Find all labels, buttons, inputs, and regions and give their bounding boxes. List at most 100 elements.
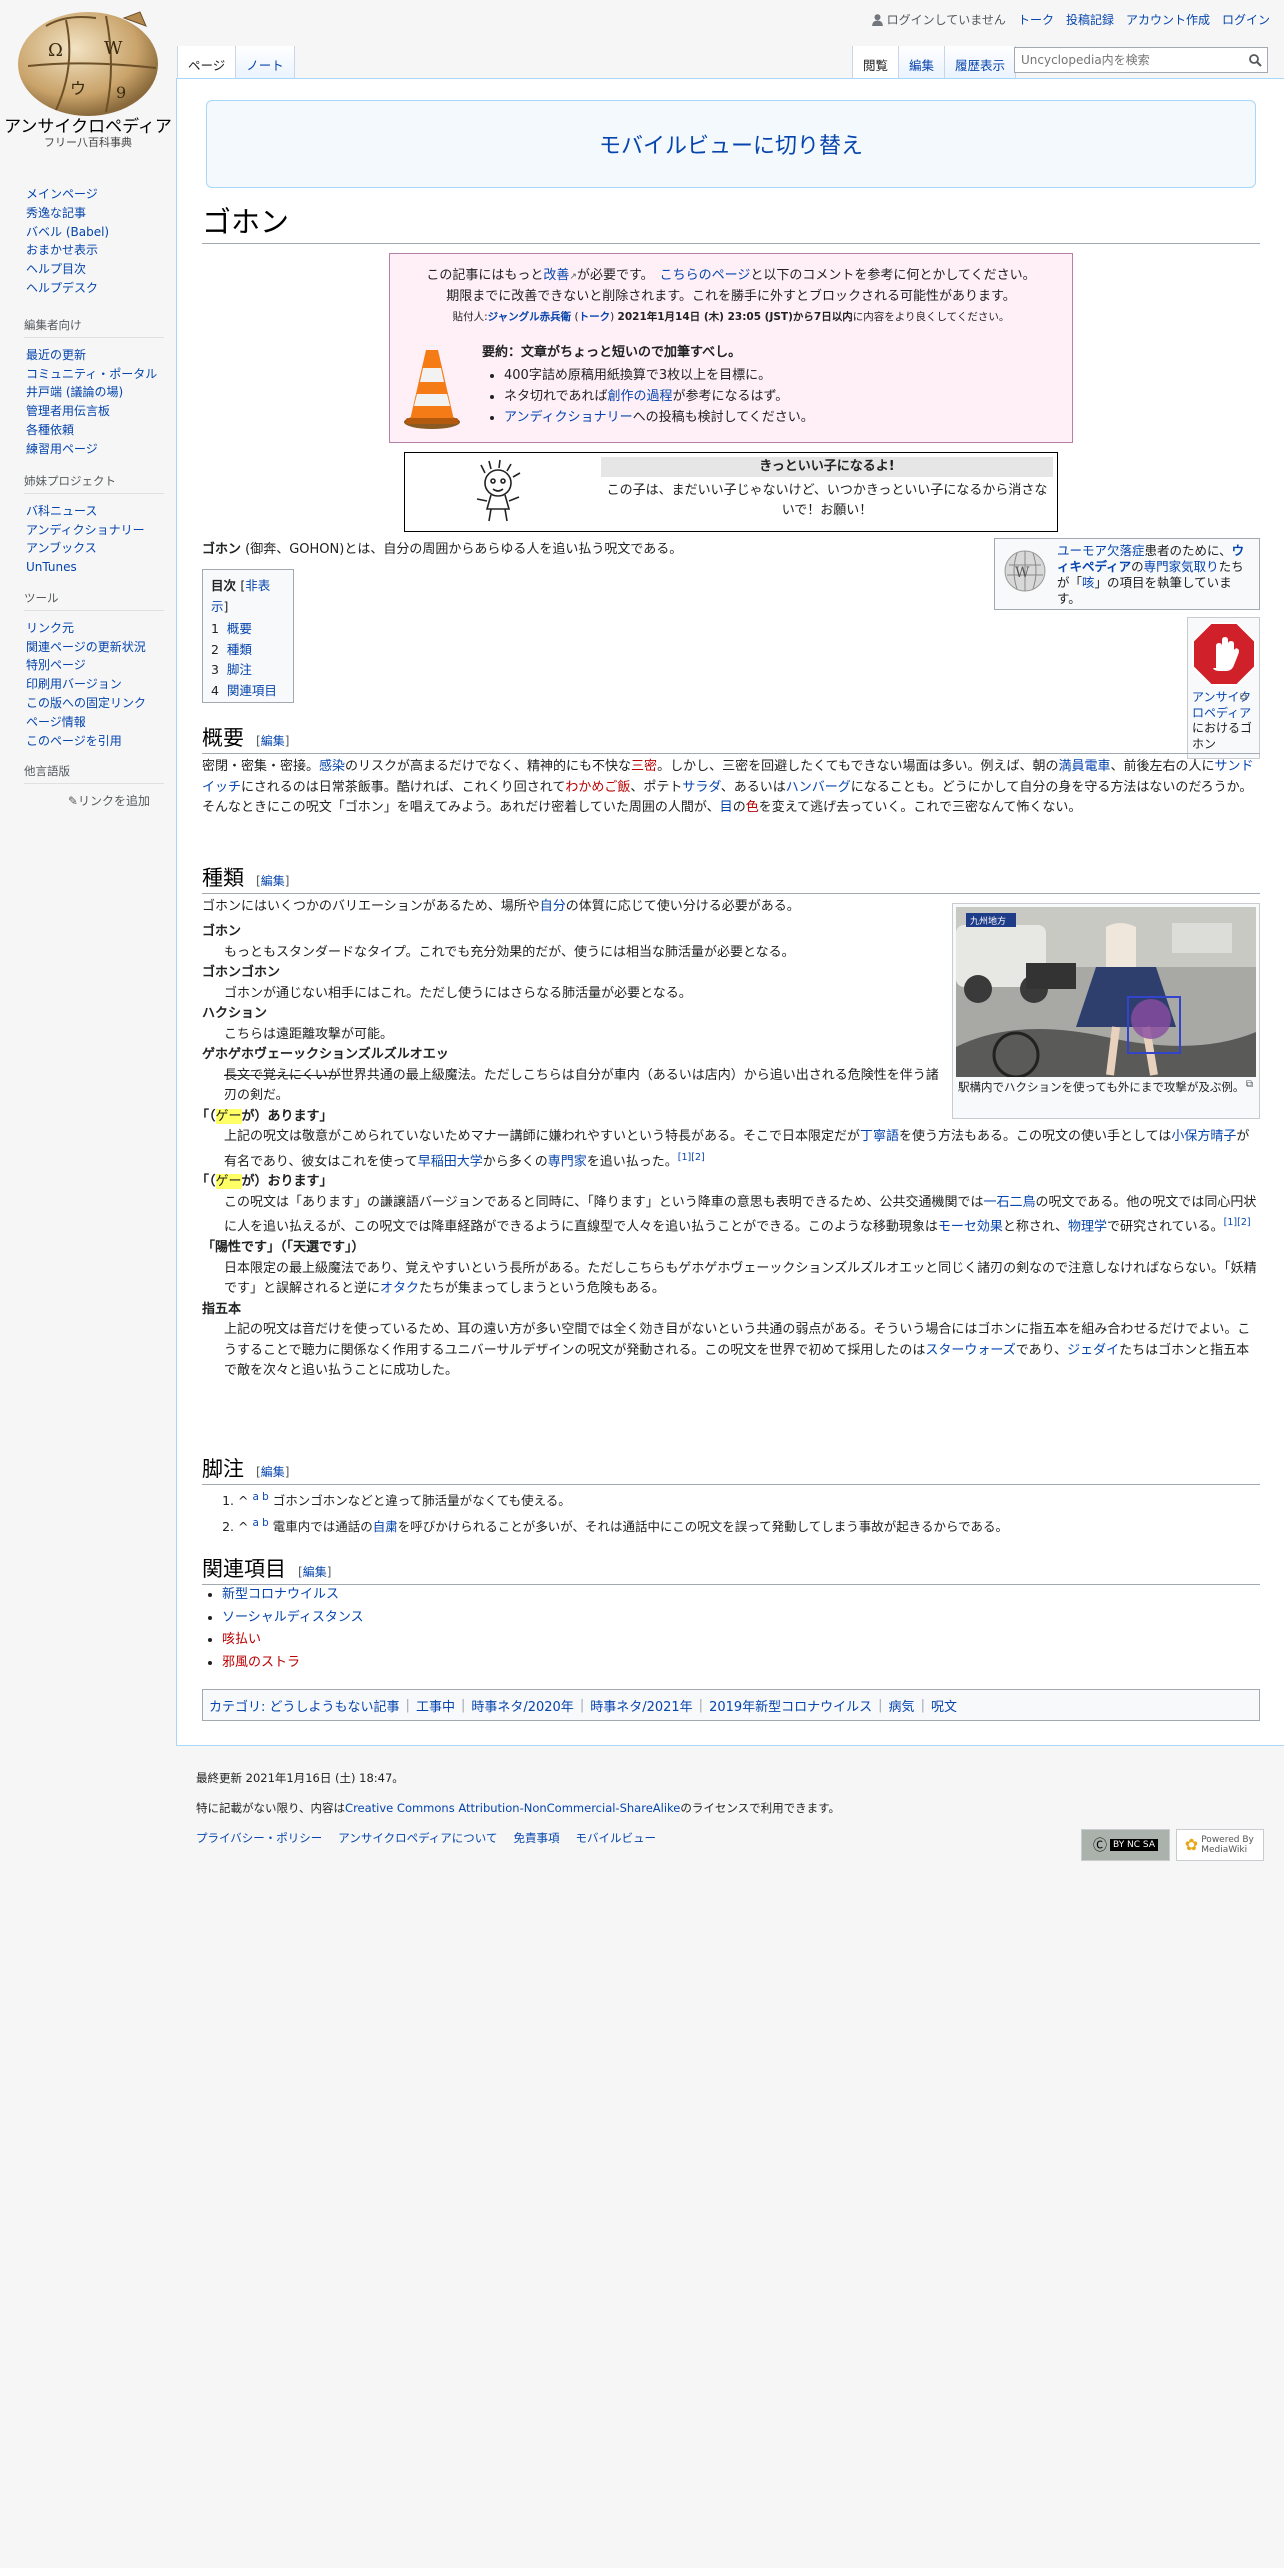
waseda-link[interactable]: 早稲田大学 <box>418 1154 483 1169</box>
this-page-link[interactable]: こちらのページ <box>660 268 751 283</box>
enlarge-icon[interactable]: ⧉ <box>1240 690 1247 706</box>
nav-babel[interactable]: バベル (Babel) <box>26 225 109 239</box>
ref-2-link[interactable]: [2] <box>1237 1217 1250 1228</box>
undictionary-link[interactable]: アンディクショナリー <box>504 410 633 425</box>
tab-read[interactable]: 閲覧 <box>852 46 899 78</box>
wikipedia-notice: W ユーモア欠落症患者のために、ウィキペディアの専門家気取りたちが「咳」の項目を… <box>994 538 1260 610</box>
improve-link[interactable]: 改善 <box>543 268 569 283</box>
nav-village-pump[interactable]: 井戸端 (議論の場) <box>26 385 123 399</box>
related-item[interactable]: 邪風のストラ <box>222 1652 364 1675</box>
nav-helpdesk[interactable]: ヘルプデスク <box>26 281 98 295</box>
tagger-talk-link[interactable]: トーク <box>579 311 611 323</box>
nav-printable[interactable]: 印刷用バージョン <box>26 677 122 691</box>
category-link[interactable]: 時事ネタ/2021年 <box>590 1696 692 1715</box>
categories-label[interactable]: カテゴリ: <box>209 1696 265 1715</box>
nav-whatlinkshere[interactable]: リンク元 <box>26 621 74 635</box>
related-item[interactable]: 咳払い <box>222 1629 364 1652</box>
cough-link[interactable]: 咳 <box>1082 575 1095 590</box>
svg-text:ウ: ウ <box>70 79 86 98</box>
star-wars-link[interactable]: スターウォーズ <box>925 1343 1015 1358</box>
moses-effect-link[interactable]: モーセ効果 <box>938 1220 1003 1235</box>
login-link[interactable]: ログイン <box>1222 11 1270 28</box>
talk-link[interactable]: トーク <box>1018 11 1054 28</box>
license-link[interactable]: Creative Commons Attribution-NonCommerci… <box>345 1801 680 1815</box>
nav-sandbox[interactable]: 練習用ページ <box>26 442 98 456</box>
ref-2-link[interactable]: [2] <box>691 1152 704 1163</box>
search-button[interactable] <box>1243 53 1267 67</box>
teineigo-link[interactable]: 丁寧語 <box>860 1129 899 1144</box>
tab-note[interactable]: ノート <box>235 46 295 78</box>
about-link[interactable]: アンサイクロペディアについて <box>338 1830 497 1846</box>
cc-license-badge[interactable]: Ⓒ BY NC SA <box>1081 1829 1170 1861</box>
nav-unbooks[interactable]: アンブックス <box>26 541 97 555</box>
tab-page[interactable]: ページ <box>177 46 236 78</box>
tab-edit[interactable]: 編集 <box>898 46 945 78</box>
hamburg-link[interactable]: ハンバーグ <box>786 780 851 795</box>
three-c-link[interactable]: 三密 <box>631 759 657 774</box>
expert-link[interactable]: 専門家気取り <box>1144 559 1219 574</box>
color-link[interactable]: 色 <box>746 800 759 815</box>
nav-random[interactable]: おまかせ表示 <box>26 243 98 257</box>
experts-link[interactable]: 専門家 <box>548 1154 587 1169</box>
related-item[interactable]: 新型コロナウイルス <box>222 1584 364 1607</box>
ref-1-link[interactable]: [1] <box>678 1152 691 1163</box>
nav-undictionary[interactable]: アンディクショナリー <box>26 523 145 537</box>
toc-item[interactable]: 2 種類 <box>211 640 285 661</box>
nav-help[interactable]: ヘルプ目次 <box>26 262 86 276</box>
disclaimer-link[interactable]: 免責事項 <box>513 1830 559 1846</box>
toc-item[interactable]: 4 関連項目 <box>211 681 285 702</box>
edit-section-related[interactable]: 編集 <box>303 1565 327 1579</box>
nav-page-info[interactable]: ページ情報 <box>26 715 86 729</box>
edit-section-notes[interactable]: 編集 <box>261 1465 285 1479</box>
category-link[interactable]: 時事ネタ/2020年 <box>471 1696 573 1715</box>
salad-link[interactable]: サラダ <box>682 780 720 795</box>
toc-item[interactable]: 1 概要 <box>211 619 285 640</box>
wakame-rice-link[interactable]: わかめご飯 <box>565 780 630 795</box>
category-link[interactable]: どうしようもない記事 <box>270 1696 400 1715</box>
nav-recent-changes[interactable]: 最近の更新 <box>26 348 86 362</box>
crowded-train-link[interactable]: 満員電車 <box>1059 759 1111 774</box>
obokata-link[interactable]: 小保方晴子 <box>1171 1129 1236 1144</box>
mobile-view-link[interactable]: モバイルビュー <box>575 1830 656 1846</box>
jishuku-link[interactable]: 自粛 <box>373 1519 398 1534</box>
humor-deficiency-link[interactable]: ユーモア欠落症 <box>1057 543 1145 558</box>
isseki-nicho-link[interactable]: 一石二鳥 <box>983 1195 1035 1210</box>
related-item[interactable]: ソーシャルディスタンス <box>222 1607 364 1630</box>
tab-history[interactable]: 履歴表示 <box>944 46 1017 78</box>
category-link[interactable]: 工事中 <box>416 1696 455 1715</box>
privacy-link[interactable]: プライバシー・ポリシー <box>196 1830 322 1846</box>
nav-main-page[interactable]: メインページ <box>26 187 98 201</box>
category-link[interactable]: 2019年新型コロナウイルス <box>709 1696 872 1715</box>
mobile-view-switch[interactable]: モバイルビューに切り替え <box>206 100 1256 188</box>
nav-related-changes[interactable]: 関連ページの更新状況 <box>26 640 146 654</box>
nav-admin-board[interactable]: 管理者用伝言板 <box>26 404 110 418</box>
category-link[interactable]: 呪文 <box>931 1696 957 1715</box>
category-link[interactable]: 病気 <box>889 1696 915 1715</box>
nav-cite[interactable]: このページを引用 <box>26 734 122 748</box>
create-account-link[interactable]: アカウント作成 <box>1126 11 1210 28</box>
contributions-link[interactable]: 投稿記録 <box>1066 11 1114 28</box>
nav-community-portal[interactable]: コミュニティ・ポータル <box>26 367 157 381</box>
edit-section-types[interactable]: 編集 <box>261 874 285 888</box>
toc-item[interactable]: 3 脚注 <box>211 660 285 681</box>
nav-requests[interactable]: 各種依頼 <box>26 423 74 437</box>
infection-link[interactable]: 感染 <box>319 759 345 774</box>
otaku-link[interactable]: オタク <box>380 1281 419 1296</box>
edit-section-overview[interactable]: 編集 <box>261 734 285 748</box>
add-language-link[interactable]: リンクを追加 <box>78 794 150 808</box>
ref-1-link[interactable]: [1] <box>1224 1217 1237 1228</box>
self-link[interactable]: 自分 <box>540 899 566 914</box>
eye-link[interactable]: 目 <box>720 800 733 815</box>
jedi-link[interactable]: ジェダイ <box>1067 1343 1119 1358</box>
improve-deadline-text: 期限までに改善できないと削除されます。これを勝手に外すとブロックされる可能性があ… <box>446 289 1016 304</box>
nav-untunes[interactable]: UnTunes <box>26 560 77 574</box>
search-input[interactable] <box>1015 53 1243 67</box>
nav-featured[interactable]: 秀逸な記事 <box>26 206 86 220</box>
nav-permalink[interactable]: この版への固定リンク <box>26 696 146 710</box>
physics-link[interactable]: 物理学 <box>1068 1220 1107 1235</box>
creation-process-link[interactable]: 創作の過程 <box>607 389 672 404</box>
nav-special-pages[interactable]: 特別ページ <box>26 658 86 672</box>
tagger-user-link[interactable]: ジャングル赤兵衛 <box>488 311 571 323</box>
nav-uncynews[interactable]: バ科ニュース <box>26 504 97 518</box>
mediawiki-badge[interactable]: ✿ Powered By MediaWiki <box>1176 1829 1264 1861</box>
